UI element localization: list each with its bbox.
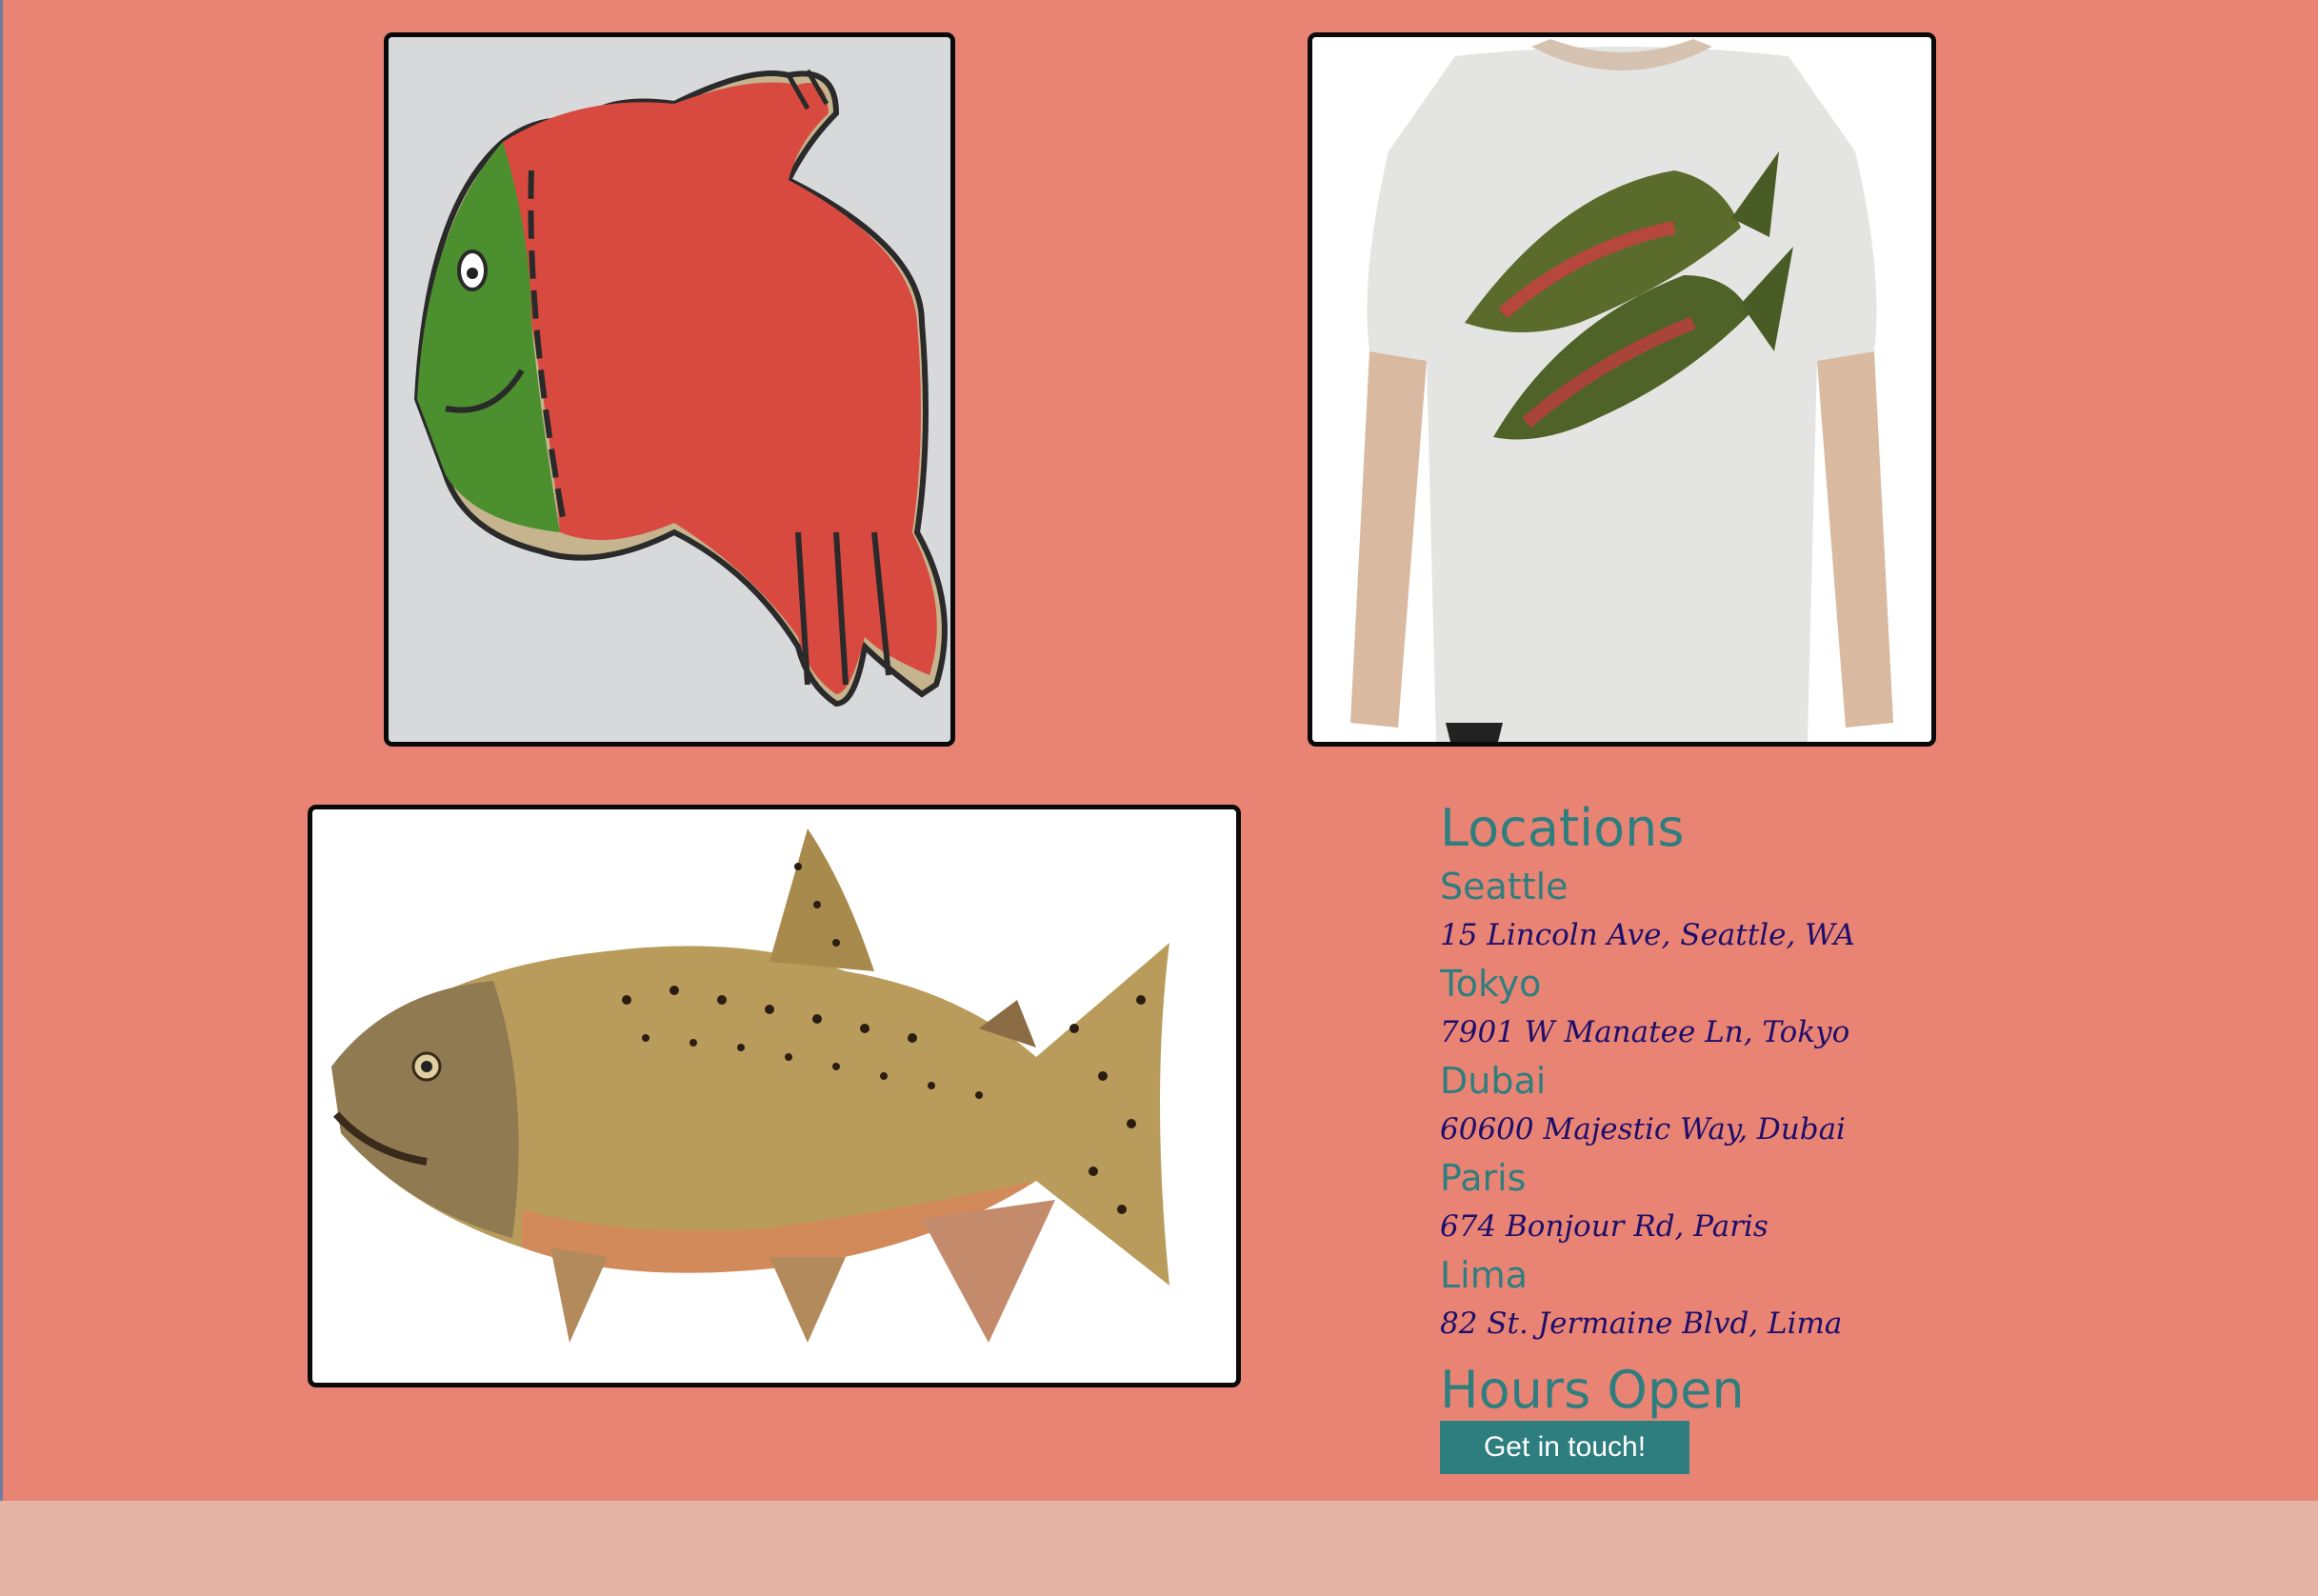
location-lima: Lima 82 St. Jermaine Blvd, Lima <box>1440 1251 2107 1348</box>
page-footer <box>0 1501 2318 1596</box>
window-left-edge <box>0 0 3 1596</box>
salmon-tshirt-graphic <box>1312 37 1931 742</box>
city-name: Paris <box>1440 1157 1527 1199</box>
city-name: Lima <box>1440 1254 1529 1296</box>
location-paris: Paris 674 Bonjour Rd, Paris <box>1440 1154 2107 1251</box>
chinook-salmon-graphic <box>312 809 1236 1383</box>
salmon-tshirt-image <box>1308 32 1936 747</box>
city-address: 7901 W Manatee Ln, Tokyo <box>1440 1015 1850 1049</box>
city-name: Tokyo <box>1440 963 1542 1005</box>
city-address: 15 Lincoln Ave, Seattle, WA <box>1440 918 1855 952</box>
locations-section: Locations Seattle 15 Lincoln Ave, Seattl… <box>1440 794 2107 1425</box>
hours-heading: Hours Open <box>1440 1360 1745 1420</box>
city-name: Dubai <box>1440 1060 1547 1102</box>
get-in-touch-button[interactable]: Get in touch! <box>1440 1421 1689 1474</box>
city-address: 60600 Majestic Way, Dubai <box>1440 1112 1846 1147</box>
location-tokyo: Tokyo 7901 W Manatee Ln, Tokyo <box>1440 960 2107 1057</box>
locations-heading: Locations <box>1440 798 1685 858</box>
salmon-cookie-graphic <box>389 37 950 742</box>
location-seattle: Seattle 15 Lincoln Ave, Seattle, WA <box>1440 863 2107 960</box>
salmon-cookie-image <box>384 32 955 747</box>
city-name: Seattle <box>1440 866 1569 908</box>
city-address: 674 Bonjour Rd, Paris <box>1440 1209 1768 1244</box>
chinook-salmon-image <box>308 805 1241 1387</box>
location-dubai: Dubai 60600 Majestic Way, Dubai <box>1440 1057 2107 1154</box>
city-address: 82 St. Jermaine Blvd, Lima <box>1440 1307 1843 1341</box>
